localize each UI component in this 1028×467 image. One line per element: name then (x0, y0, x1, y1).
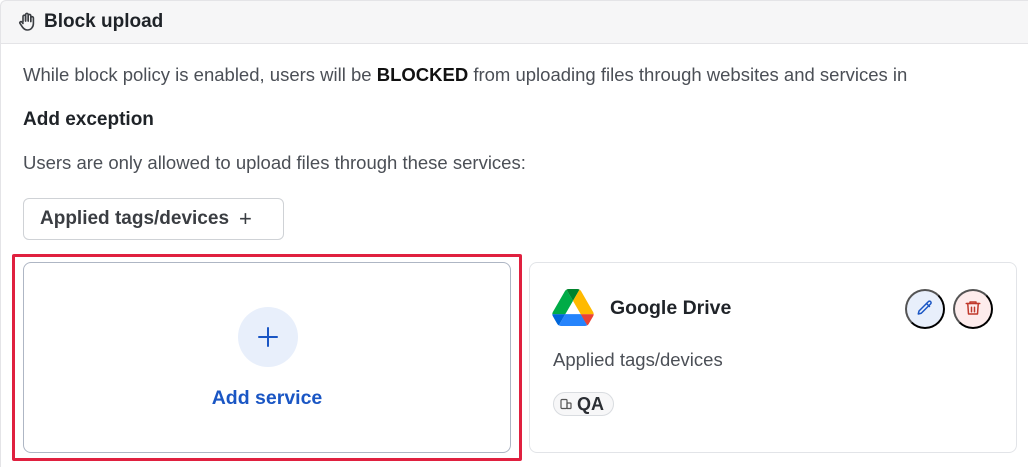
trash-icon (964, 299, 982, 320)
add-service-label[interactable]: Add service (24, 387, 510, 410)
tag-label: QA (577, 393, 604, 414)
applied-tags-devices-label: Applied tags/devices (40, 208, 230, 229)
panel-body: While block policy is enabled, users wil… (0, 44, 1028, 467)
panel-header: Block upload (0, 0, 1028, 44)
blocked-emphasis: BLOCKED (376, 64, 469, 85)
panel-title: Block upload (44, 11, 164, 32)
device-icon (560, 398, 572, 410)
add-exception-heading: Add exception (23, 109, 154, 130)
policy-description: While block policy is enabled, users wil… (23, 64, 908, 85)
add-circle-icon[interactable] (238, 307, 298, 367)
applied-tags-devices-heading: Applied tags/devices (553, 349, 723, 370)
delete-service-button[interactable] (953, 289, 993, 329)
pencil-icon (916, 299, 934, 320)
edit-service-button[interactable] (905, 289, 945, 329)
allowed-services-note: Users are only allowed to upload files t… (23, 152, 526, 173)
plus-icon: + (239, 206, 252, 231)
google-drive-logo-icon (552, 289, 594, 326)
add-service-card[interactable]: Add service (23, 262, 511, 453)
tag-chip-qa: QA (553, 392, 614, 416)
service-card-google-drive: Google Drive Applied tags/devices QA (529, 262, 1017, 453)
service-name: Google Drive (610, 297, 732, 319)
hand-icon (17, 12, 37, 32)
applied-tags-devices-button[interactable]: Applied tags/devices + (23, 198, 284, 240)
